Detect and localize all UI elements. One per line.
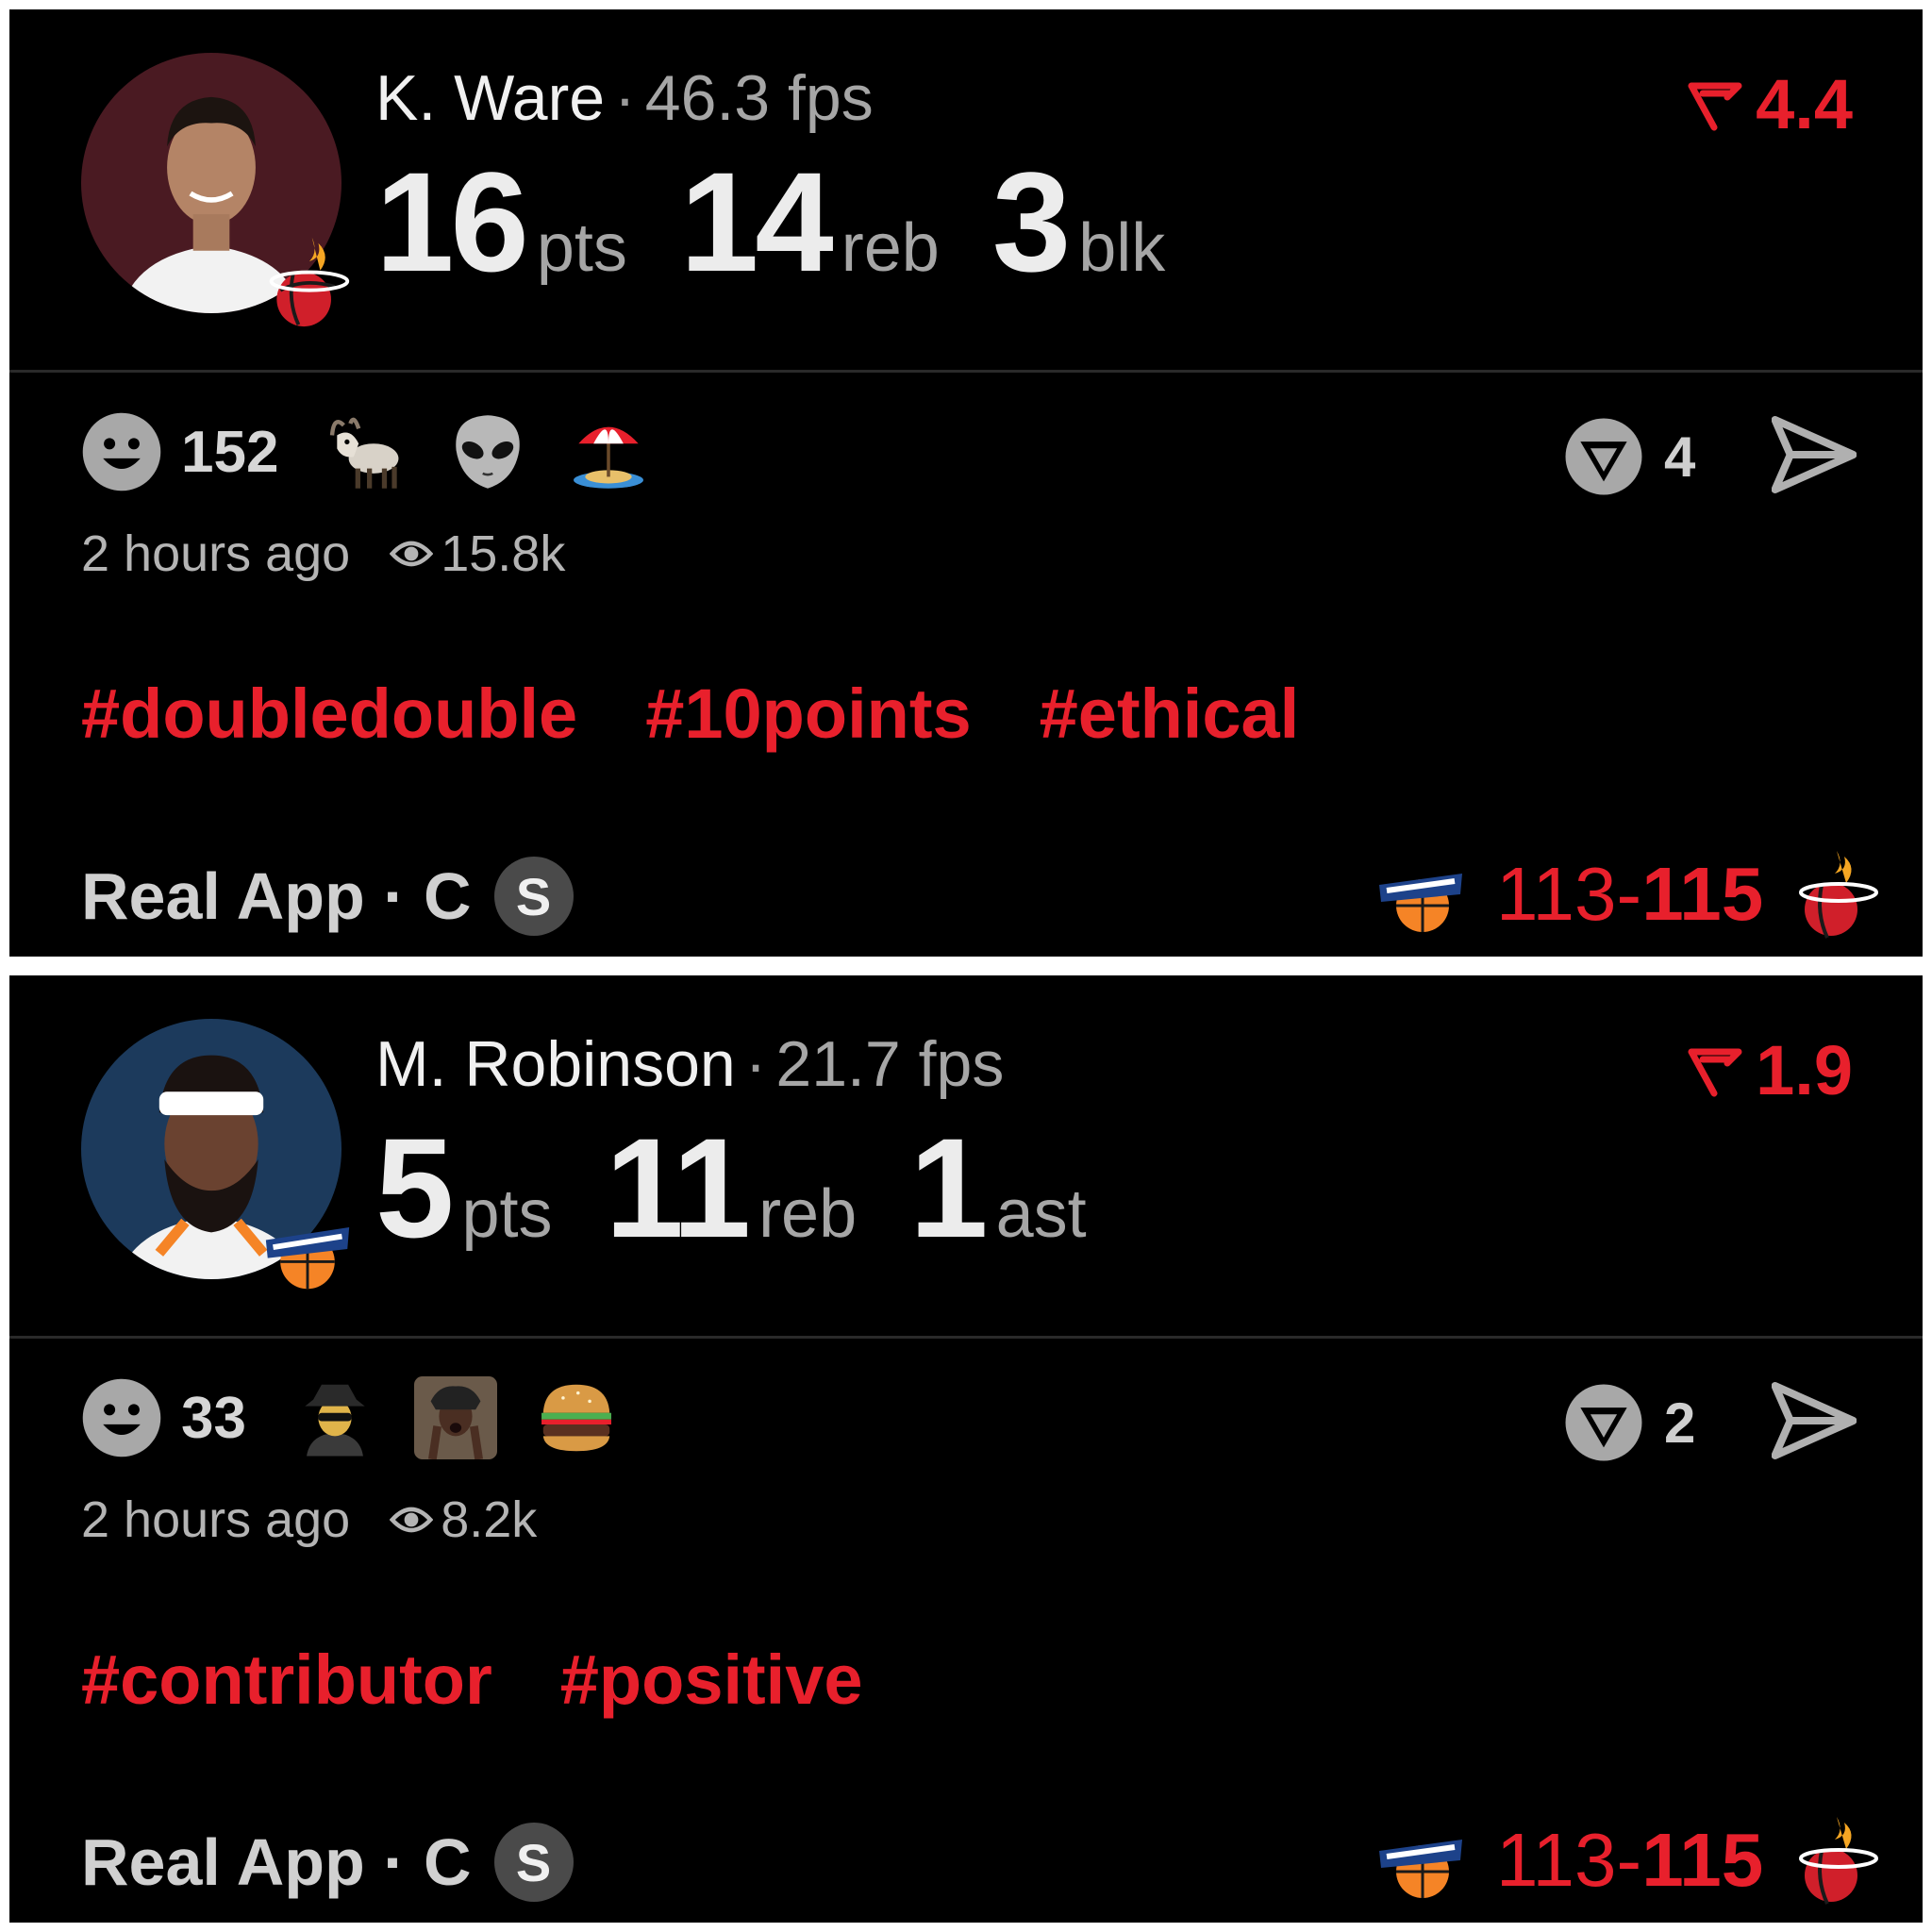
source-badge[interactable]: S (493, 1823, 574, 1902)
divider (9, 1336, 1923, 1339)
reaction-count: 33 (181, 1385, 246, 1451)
stat-unit: blk (1078, 210, 1166, 286)
source-text[interactable]: Real App · C (81, 1824, 472, 1900)
ring-button[interactable]: 2 (1562, 1381, 1695, 1464)
score-loser: 113- (1496, 1818, 1642, 1902)
player-name[interactable]: K. Ware (375, 62, 605, 134)
ring-count: 4 (1664, 425, 1696, 489)
hamburger-icon[interactable] (535, 1376, 618, 1459)
score-text: 113-115 (1496, 857, 1763, 932)
alien-icon[interactable] (446, 410, 529, 493)
smiley-icon[interactable] (81, 411, 162, 492)
ring-icon (1565, 418, 1642, 495)
heat-logo-icon (262, 232, 353, 336)
hashtag[interactable]: #doubledouble (81, 679, 577, 749)
hashtag-list: #contributor #positive (81, 1645, 863, 1715)
score-winner: 115 (1641, 852, 1764, 936)
rating-badge[interactable]: 1.9 (1686, 1036, 1853, 1106)
detective-icon[interactable] (293, 1376, 376, 1459)
time-ago: 2 hours ago (81, 525, 351, 582)
source-text[interactable]: Real App · C (81, 858, 472, 934)
ring-count: 2 (1664, 1391, 1696, 1455)
player-name-line: K. Ware · 46.3 fps (375, 62, 874, 134)
post-meta: 2 hours ago 8.2k (81, 1491, 537, 1549)
stat-unit: ast (995, 1176, 1087, 1252)
score-text: 113-115 (1496, 1823, 1763, 1898)
eye-icon (390, 535, 434, 573)
ring-icon (1565, 1384, 1642, 1461)
fps-value: 21.7 fps (775, 1028, 1005, 1100)
post-meta: 2 hours ago 15.8k (81, 525, 565, 583)
reaction-bar: 33 (81, 1376, 656, 1459)
stat-value: 1 (909, 1108, 988, 1267)
smiley-icon[interactable] (81, 1377, 162, 1458)
game-score[interactable]: 113-115 (1374, 1813, 1882, 1907)
stat-line: 16 pts 14 reb 3 blk (375, 151, 1218, 292)
rating-icon (1688, 82, 1742, 131)
view-count: 15.8k (441, 525, 566, 582)
rating-value: 1.9 (1756, 1031, 1853, 1109)
stat-value: 14 (679, 142, 834, 301)
hashtag[interactable]: #contributor (81, 1645, 492, 1715)
knicks-logo-icon (1374, 847, 1468, 941)
heat-logo-icon (1788, 1813, 1882, 1907)
game-score[interactable]: 113-115 (1374, 847, 1882, 941)
reaction-count: 152 (181, 419, 279, 485)
hashtag[interactable]: #ethical (1040, 679, 1300, 749)
reaction-bar: 152 (81, 410, 688, 493)
player-name[interactable]: M. Robinson (375, 1028, 736, 1100)
source-line: Real App · C S (81, 1823, 574, 1902)
stat-value: 16 (375, 142, 529, 301)
player-card-ware[interactable]: K. Ware · 46.3 fps 16 pts 14 reb 3 blk 4.4 152 … (9, 9, 1923, 957)
source-badge[interactable]: S (493, 857, 574, 936)
share-icon[interactable] (1772, 415, 1857, 494)
rating-value: 4.4 (1756, 65, 1853, 143)
stat-line: 5 pts 11 reb 1 ast (375, 1117, 1140, 1258)
divider (9, 370, 1923, 373)
stat-value: 5 (375, 1108, 454, 1267)
rating-badge[interactable]: 4.4 (1686, 70, 1853, 140)
goat-icon[interactable] (325, 410, 408, 493)
hashtag[interactable]: #positive (560, 1645, 863, 1715)
stat-unit: reb (758, 1176, 858, 1252)
beach-umbrella-icon[interactable] (567, 410, 650, 493)
fps-value: 46.3 fps (644, 62, 874, 134)
stat-unit: reb (841, 210, 940, 286)
eye-icon (390, 1501, 434, 1539)
view-count: 8.2k (441, 1491, 538, 1548)
hashtag[interactable]: #10points (645, 679, 971, 749)
score-winner: 115 (1641, 1818, 1764, 1902)
share-icon[interactable] (1772, 1381, 1857, 1460)
stat-unit: pts (536, 210, 627, 286)
player-name-line: M. Robinson · 21.7 fps (375, 1028, 1005, 1100)
score-loser: 113- (1496, 852, 1642, 936)
stat-value: 3 (991, 142, 1071, 301)
stat-value: 11 (605, 1108, 751, 1267)
stat-unit: pts (461, 1176, 553, 1252)
player-card-robinson[interactable]: M. Robinson · 21.7 fps 5 pts 11 reb 1 ast 1.9 3… (9, 975, 1923, 1923)
knicks-logo-icon (1374, 1813, 1468, 1907)
knicks-logo-icon (262, 1198, 353, 1302)
time-ago: 2 hours ago (81, 1491, 351, 1548)
person-reaction-icon[interactable] (413, 1376, 497, 1459)
source-line: Real App · C S (81, 857, 574, 936)
heat-logo-icon (1788, 847, 1882, 941)
ring-button[interactable]: 4 (1562, 415, 1695, 498)
rating-icon (1688, 1048, 1742, 1097)
hashtag-list: #doubledouble #10points #ethical (81, 679, 1299, 749)
